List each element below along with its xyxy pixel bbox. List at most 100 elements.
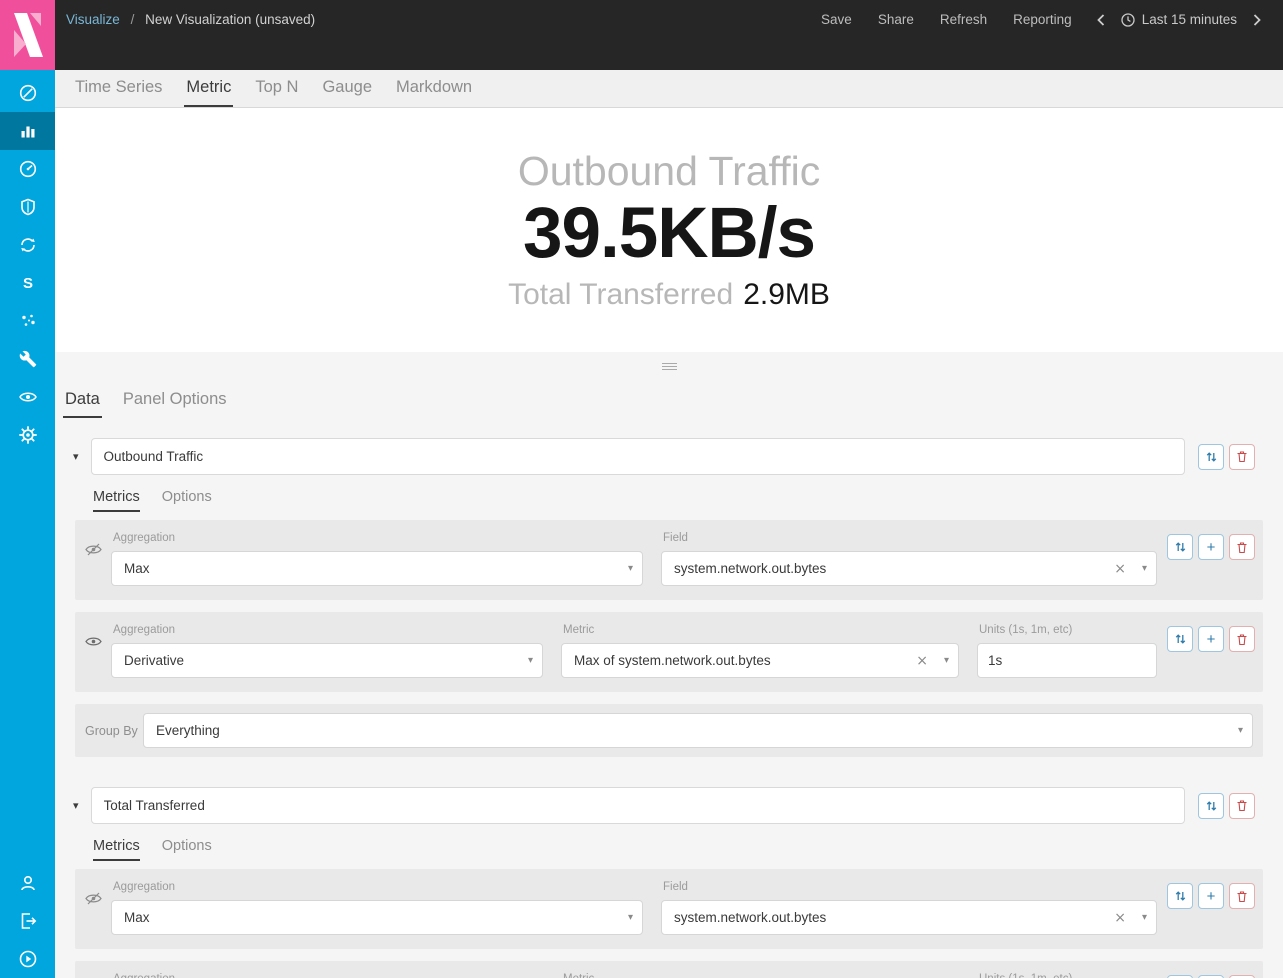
tsvb-editor: Data Panel Options ▾ Metrics Options	[55, 380, 1283, 978]
kibana-logo[interactable]	[0, 0, 55, 70]
aggregation-label: Aggregation	[113, 881, 643, 893]
sidebar-item-dev-tools[interactable]	[0, 340, 55, 378]
reporting-button[interactable]: Reporting	[1000, 12, 1085, 27]
metric-row-fields: Aggregation Max ▾ Field system.network.o…	[111, 526, 1157, 586]
series-reorder-button[interactable]	[1198, 793, 1224, 819]
plus-icon: +	[1207, 540, 1216, 555]
delete-metric-button[interactable]	[1229, 534, 1255, 560]
eye-slash-icon	[85, 543, 102, 556]
toggle-visibility-button[interactable]	[85, 526, 111, 586]
time-back-button[interactable]	[1085, 14, 1117, 26]
add-metric-button[interactable]: +	[1198, 626, 1224, 652]
tab-panel-options[interactable]: Panel Options	[121, 386, 229, 418]
sidebar-item-sentinl[interactable]: S	[0, 264, 55, 302]
gear-icon	[18, 425, 38, 445]
tab-data[interactable]: Data	[63, 386, 102, 418]
series-collapse-caret[interactable]: ▾	[73, 450, 79, 463]
toggle-visibility-button[interactable]	[85, 875, 111, 935]
sidebar-item-management[interactable]	[0, 416, 55, 454]
sidebar-item-graph[interactable]	[0, 226, 55, 264]
header-actions: Save Share Refresh Reporting Last 15 min…	[808, 12, 1273, 27]
series-outbound-traffic: ▾ Metrics Options Aggregation	[63, 438, 1263, 757]
clear-icon[interactable]: ×	[1114, 910, 1126, 926]
series-label-input[interactable]	[91, 787, 1185, 824]
clear-icon[interactable]: ×	[1114, 561, 1126, 577]
time-forward-button[interactable]	[1241, 14, 1273, 26]
series-total-transferred: ▾ Metrics Options Aggregation	[63, 787, 1263, 978]
sidebar-collapse-button[interactable]	[0, 940, 55, 978]
tab-metrics[interactable]: Metrics	[93, 489, 140, 512]
metric-row-buttons: +	[1167, 967, 1255, 978]
chevron-left-icon	[1097, 14, 1105, 26]
app-sidebar: S	[0, 70, 55, 978]
field-label: Field	[663, 881, 1157, 893]
metric-select[interactable]: Max of system.network.out.bytes × ▾	[561, 643, 959, 678]
time-picker-button[interactable]: Last 15 minutes	[1117, 12, 1241, 27]
panel-resize-handle[interactable]	[55, 352, 1283, 380]
delete-metric-button[interactable]	[1229, 883, 1255, 909]
sidebar-item-visualize[interactable]	[0, 112, 55, 150]
kibana-logo-icon	[0, 0, 55, 70]
metric-row-buttons: +	[1167, 875, 1255, 909]
save-button[interactable]: Save	[808, 12, 865, 27]
metric-row-buttons: +	[1167, 526, 1255, 560]
breadcrumb-visualize-link[interactable]: Visualize	[66, 12, 120, 27]
group-by-select[interactable]: Everything ▾	[143, 713, 1253, 748]
toggle-visibility-button[interactable]	[85, 967, 111, 978]
tab-markdown[interactable]: Markdown	[394, 70, 474, 107]
toggle-visibility-button[interactable]	[85, 618, 111, 678]
group-by-value: Everything	[156, 723, 220, 738]
tab-top-n[interactable]: Top N	[253, 70, 300, 107]
share-button[interactable]: Share	[865, 12, 927, 27]
eye-slash-icon	[85, 892, 102, 905]
tab-options[interactable]: Options	[162, 489, 212, 512]
delete-metric-button[interactable]	[1229, 626, 1255, 652]
chevron-down-icon: ▾	[1142, 563, 1147, 574]
clear-icon[interactable]: ×	[916, 653, 928, 669]
tab-options[interactable]: Options	[162, 838, 212, 861]
series-delete-button[interactable]	[1229, 793, 1255, 819]
series-label-input[interactable]	[91, 438, 1185, 475]
sidebar-item-discover[interactable]	[0, 74, 55, 112]
plus-icon: +	[1207, 632, 1216, 647]
units-input[interactable]	[977, 643, 1157, 678]
bar-chart-icon	[18, 121, 38, 141]
aggregation-select[interactable]: Max ▾	[111, 900, 643, 935]
sidebar-item-timelion[interactable]	[0, 188, 55, 226]
metric-row-fields: Aggregation Derivative ▾ Metric Max of s…	[111, 618, 1157, 678]
metric-row-derivative: Aggregation Derivative ▾ Metric Max of s…	[75, 612, 1263, 692]
field-label: Field	[663, 532, 1157, 544]
refresh-button[interactable]: Refresh	[927, 12, 1000, 27]
tab-metric[interactable]: Metric	[184, 70, 233, 107]
series-reorder-button[interactable]	[1198, 444, 1224, 470]
chevron-down-icon: ▾	[628, 563, 633, 574]
field-select[interactable]: system.network.out.bytes × ▾	[661, 900, 1157, 935]
metric-field: Metric × ▾	[561, 967, 959, 978]
sidebar-item-dashboard[interactable]	[0, 150, 55, 188]
visualization-type-tabs: Time Series Metric Top N Gauge Markdown	[55, 70, 1283, 108]
tab-gauge[interactable]: Gauge	[320, 70, 374, 107]
series-collapse-caret[interactable]: ▾	[73, 799, 79, 812]
add-metric-button[interactable]: +	[1198, 883, 1224, 909]
aggregation-select[interactable]: Derivative ▾	[111, 643, 543, 678]
aggregation-field: Aggregation Derivative ▾	[111, 618, 543, 678]
sidebar-item-ml[interactable]	[0, 302, 55, 340]
series-delete-button[interactable]	[1229, 444, 1255, 470]
aggregation-select[interactable]: Max ▾	[111, 551, 643, 586]
sidebar-item-monitoring[interactable]	[0, 378, 55, 416]
add-metric-button[interactable]: +	[1198, 534, 1224, 560]
field-select[interactable]: system.network.out.bytes × ▾	[661, 551, 1157, 586]
tab-metrics[interactable]: Metrics	[93, 838, 140, 861]
metric-label: Metric	[563, 624, 959, 636]
clock-icon	[1121, 13, 1135, 27]
metric-reorder-button[interactable]	[1167, 626, 1193, 652]
sidebar-item-account[interactable]	[0, 864, 55, 902]
trash-icon	[1236, 799, 1248, 812]
metric-row-partial: Aggregation ▾ Metric × ▾ Units (1s, 1m	[75, 961, 1263, 978]
sort-arrows-icon	[1206, 451, 1217, 463]
wrench-icon	[19, 350, 37, 368]
metric-reorder-button[interactable]	[1167, 534, 1193, 560]
sidebar-item-logout[interactable]	[0, 902, 55, 940]
tab-time-series[interactable]: Time Series	[73, 70, 164, 107]
metric-reorder-button[interactable]	[1167, 883, 1193, 909]
